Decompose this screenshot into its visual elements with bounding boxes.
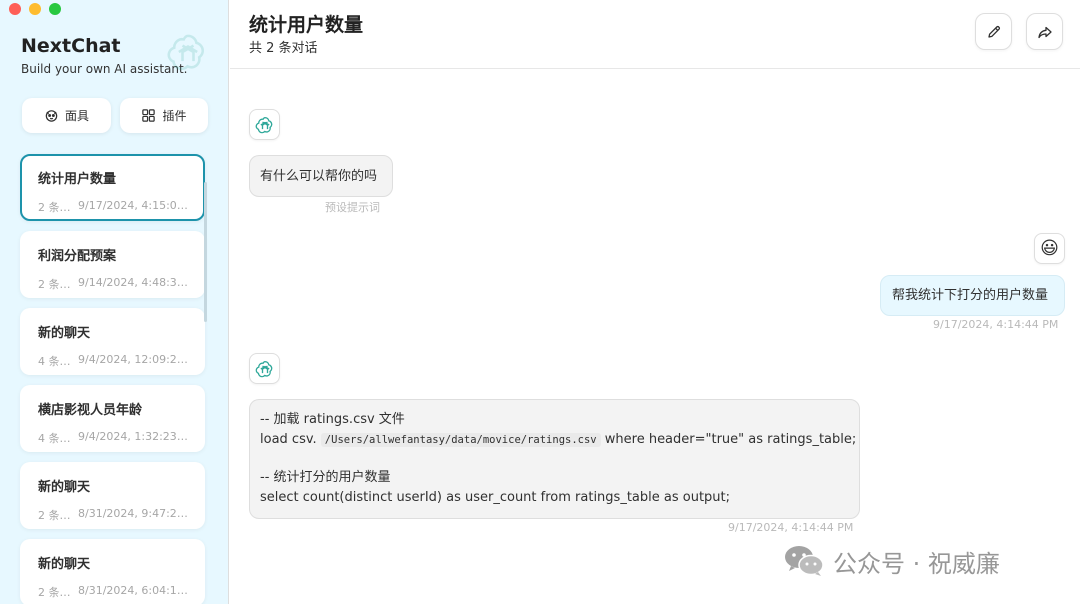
bot-greeting-text: 有什么可以帮你的吗 [260,169,378,184]
chat-item-date: 9/4/2024, 1:32:23 PM [78,430,189,443]
bot-answer-time: 9/17/2024, 4:14:44 PM [728,521,854,534]
answer-load-suffix: where header="true" as ratings_table; [604,432,857,447]
chat-item-count: 4 条对话 [38,355,78,368]
chat-item-count: 2 条对话 [38,201,78,214]
share-button[interactable] [1026,13,1063,50]
bot-avatar [249,109,280,140]
openai-logo-icon [255,360,272,377]
minimize-window-button[interactable] [29,3,41,15]
page-title: 统计用户数量 [249,14,364,36]
file-path-code: /Users/allwefantasy/data/movice/ratings.… [320,433,601,447]
chat-item-count: 2 条对话 [38,586,78,599]
preset-prompt-hint: 预设提示词 [325,201,380,214]
chat-item-date: 9/4/2024, 12:09:24 PM [78,353,189,366]
watermark-text: 公众号 · 祝威廉 [833,549,1000,578]
chat-item-count: 4 条对话 [38,432,78,445]
chat-list-item[interactable]: 统计用户数量 2 条对话9/17/2024, 4:15:03 PM [20,154,205,221]
pencil-icon [987,25,1000,38]
user-avatar: 😃 [1034,233,1065,264]
mask-button[interactable]: 面具 [22,98,111,133]
chat-item-title: 新的聊天 [38,326,91,341]
chat-item-date: 8/31/2024, 9:47:24 PM [78,507,189,520]
chat-item-title: 利润分配预案 [38,249,117,264]
mask-button-label: 面具 [64,109,89,123]
wechat-watermark: 公众号 · 祝威廉 [783,543,1000,579]
edit-title-button[interactable] [975,13,1012,50]
message-count: 共 2 条对话 [249,41,318,56]
plugin-button-label: 插件 [162,109,187,123]
window-controls [9,3,61,15]
bot-answer-bubble: -- 加载 ratings.csv 文件 load csv. /Users/al… [249,399,860,519]
user-message-text: 帮我统计下打分的用户数量 [892,288,1049,303]
bot-avatar [249,353,280,384]
share-arrow-icon [1037,26,1052,38]
plugin-button[interactable]: 插件 [120,98,208,133]
chat-item-date: 9/14/2024, 4:48:31 PM [78,276,189,289]
sidebar: NextChat Build your own AI assistant. 面具… [0,0,229,604]
user-message-time: 9/17/2024, 4:14:44 PM [933,318,1059,331]
answer-load-line: load csv. /Users/allwefantasy/data/movic… [260,430,856,450]
chat-item-title: 新的聊天 [38,480,91,495]
chat-list-item[interactable]: 新的聊天 4 条对话9/4/2024, 12:09:24 PM [20,308,205,375]
wechat-icon [785,546,824,576]
mask-icon [45,110,58,122]
chat-list-item[interactable]: 新的聊天 2 条对话8/31/2024, 6:04:17 PM [20,539,205,604]
close-window-button[interactable] [9,3,21,15]
answer-comment-line: -- 统计打分的用户数量 [260,470,391,485]
chat-item-title: 横店影视人员年龄 [38,403,143,418]
openai-logo-icon [255,116,272,133]
chat-item-date: 8/31/2024, 6:04:17 PM [78,584,189,597]
chat-panel: 统计用户数量 共 2 条对话 有什么可以帮你的吗 预设提示词 😃 帮我统计下打分… [230,0,1080,604]
brand-title: NextChat [21,35,121,57]
chat-list-item[interactable]: 新的聊天 2 条对话8/31/2024, 9:47:24 PM [20,462,205,529]
user-message-bubble: 帮我统计下打分的用户数量 [880,275,1065,316]
chat-item-count: 2 条对话 [38,509,78,522]
chat-item-title: 统计用户数量 [38,172,117,187]
chat-header: 统计用户数量 共 2 条对话 [230,0,1080,69]
smiley-emoji-icon: 😃 [1040,238,1059,259]
brand-subtitle: Build your own AI assistant. [21,62,188,76]
chat-item-title: 新的聊天 [38,557,91,572]
openai-logo-icon [167,34,205,71]
answer-load-prefix: load csv. [260,432,317,447]
plugin-grid-icon [142,109,156,122]
chat-item-count: 2 条对话 [38,278,78,291]
chat-item-date: 9/17/2024, 4:15:03 PM [78,199,189,212]
chat-list-item[interactable]: 横店影视人员年龄 4 条对话 9/4/2024, 1:32:23 PM [20,385,205,452]
chat-list-scrollbar[interactable] [204,182,207,322]
bot-greeting-bubble: 有什么可以帮你的吗 [249,155,393,197]
chat-list-item[interactable]: 利润分配预案 2 条对话9/14/2024, 4:48:31 PM [20,231,205,298]
answer-sql-line: select count(distinct userId) as user_co… [260,490,731,505]
answer-comment-line: -- 加载 ratings.csv 文件 [260,412,405,427]
chat-list: 统计用户数量 2 条对话9/17/2024, 4:15:03 PM 利润分配预案… [20,154,205,604]
maximize-window-button[interactable] [49,3,61,15]
